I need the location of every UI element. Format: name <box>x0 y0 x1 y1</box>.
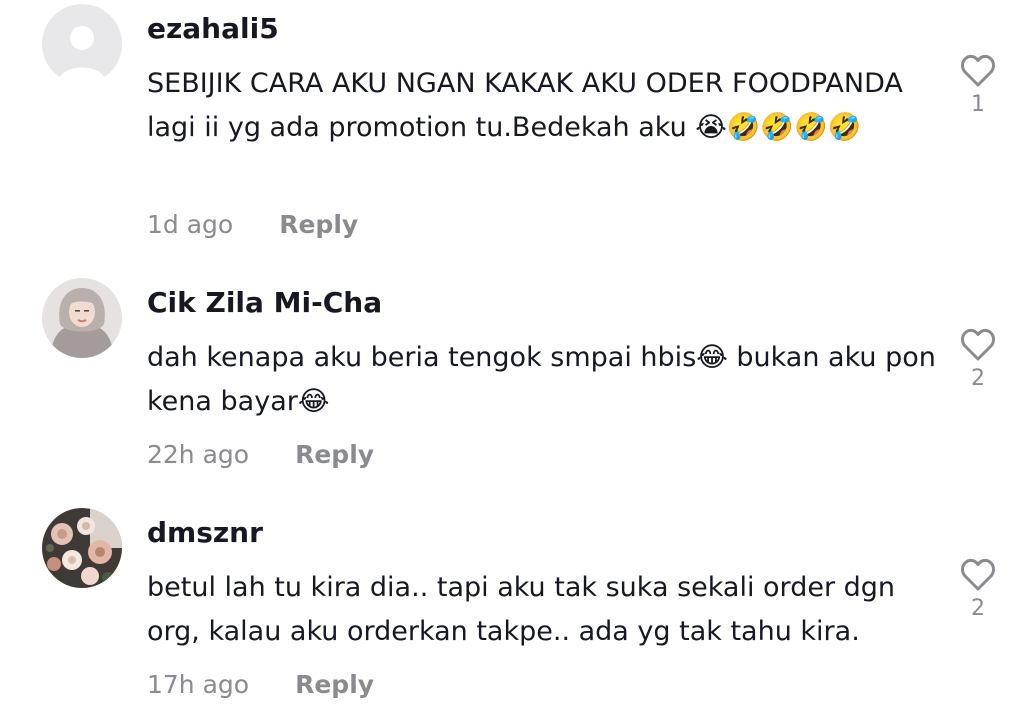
like-button[interactable]: 2 <box>955 558 1001 622</box>
avatar[interactable] <box>42 4 122 84</box>
like-button[interactable]: 1 <box>955 54 1001 118</box>
comment-timestamp: 1d ago <box>147 210 234 239</box>
comment-item: ezahali5 SEBIJIK CARA AKU NGAN KAKAK AKU… <box>0 0 1030 250</box>
comment-timestamp: 17h ago <box>147 670 250 699</box>
comment-timestamp: 22h ago <box>147 440 250 469</box>
comment-username[interactable]: Cik Zila Mi-Cha <box>147 286 382 320</box>
comment-item: Cik Zila Mi-Cha dah kenapa aku beria ten… <box>0 270 1030 480</box>
comment-text: dah kenapa aku beria tengok smpai hbis😂 … <box>147 342 936 417</box>
reply-button[interactable]: Reply <box>295 440 374 469</box>
comment-meta: 1d ago Reply <box>147 210 358 240</box>
like-count: 2 <box>971 366 985 391</box>
avatar[interactable] <box>42 508 122 588</box>
hijab-portrait-icon <box>42 278 122 358</box>
comment-text: SEBIJIK CARA AKU NGAN KAKAK AKU ODER FOO… <box>147 68 903 143</box>
like-count: 2 <box>971 596 985 621</box>
heart-icon <box>961 328 995 361</box>
default-avatar-icon <box>42 4 122 84</box>
comment-meta: 17h ago Reply <box>147 670 374 700</box>
comment-meta: 22h ago Reply <box>147 440 374 470</box>
heart-icon <box>961 54 995 87</box>
comment-text: betul lah tu kira dia.. tapi aku tak suk… <box>147 572 896 647</box>
comment-item: dmsznr betul lah tu kira dia.. tapi aku … <box>0 500 1030 714</box>
heart-icon <box>961 558 995 591</box>
avatar[interactable] <box>42 278 122 358</box>
like-count: 1 <box>971 92 985 117</box>
reply-button[interactable]: Reply <box>279 210 358 239</box>
like-button[interactable]: 2 <box>955 328 1001 392</box>
reply-button[interactable]: Reply <box>295 670 374 699</box>
flower-bouquet-icon <box>42 508 122 588</box>
comment-username[interactable]: dmsznr <box>147 516 263 550</box>
comment-username[interactable]: ezahali5 <box>147 12 279 46</box>
